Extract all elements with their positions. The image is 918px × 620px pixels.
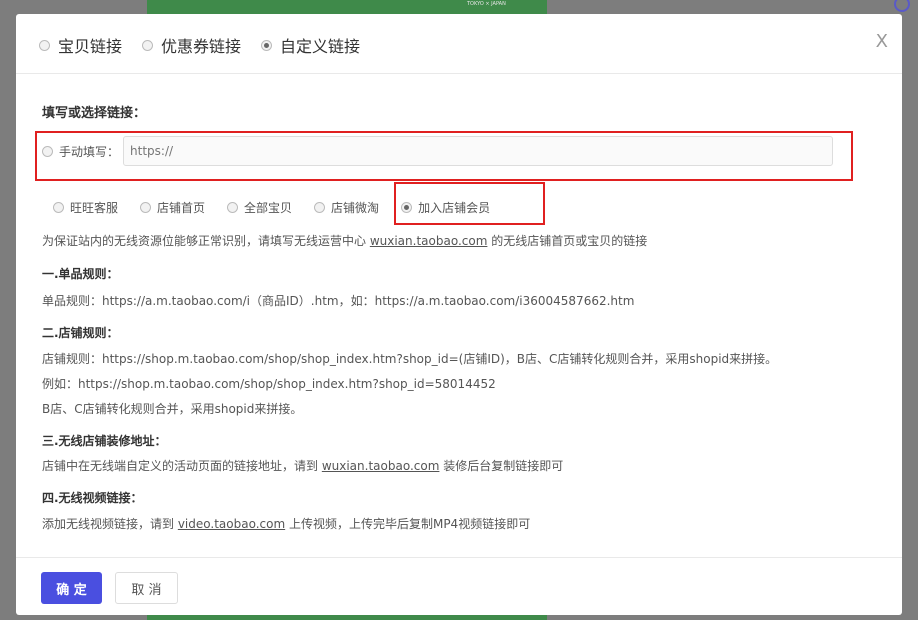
background-corner-icon xyxy=(894,0,910,12)
highlight-box-manual xyxy=(35,131,853,181)
intro-pre: 为保证站内的无线资源位能够正常识别，请填写无线运营中心 xyxy=(42,234,370,248)
wuxian-link[interactable]: wuxian.taobao.com xyxy=(370,234,488,248)
rule4-post: 上传视频，上传完毕后复制MP4视频链接即可 xyxy=(285,517,531,531)
option-wangwang[interactable]: 旺旺客服 xyxy=(53,199,118,216)
rule3-title: 三.无线店铺装修地址： xyxy=(42,434,167,448)
dialog-footer: 确 定 取 消 xyxy=(16,557,902,615)
radio-icon xyxy=(227,202,239,213)
video-link[interactable]: video.taobao.com xyxy=(178,517,285,531)
wuxian-decor-link[interactable]: wuxian.taobao.com xyxy=(322,459,440,473)
tab-label: 优惠券链接 xyxy=(161,37,242,56)
rule3-pre: 店铺中在无线端自定义的活动页面的链接地址，请到 xyxy=(42,459,322,473)
tab-custom-link[interactable]: 自定义链接 xyxy=(261,33,360,57)
option-weitao[interactable]: 店铺微淘 xyxy=(314,199,379,216)
rule4-text: 添加无线视频链接，请到 video.taobao.com 上传视频，上传完毕后复… xyxy=(42,515,530,532)
radio-icon xyxy=(53,202,64,213)
confirm-button[interactable]: 确 定 xyxy=(41,572,102,604)
option-label: 店铺首页 xyxy=(157,201,206,215)
dialog-header: 宝贝链接 优惠券链接 自定义链接 X xyxy=(16,14,902,74)
background-banner-text: TOKYO × JAPAN xyxy=(467,1,506,7)
rule1-text: 单品规则：https://a.m.taobao.com/i（商品ID）.htm，… xyxy=(42,294,635,308)
option-label: 全部宝贝 xyxy=(244,201,293,215)
cancel-button[interactable]: 取 消 xyxy=(115,572,178,604)
tab-label: 自定义链接 xyxy=(280,37,361,56)
option-all-items[interactable]: 全部宝贝 xyxy=(227,199,292,216)
link-type-tabs: 宝贝链接 优惠券链接 自定义链接 xyxy=(39,33,380,57)
radio-icon xyxy=(142,39,154,51)
radio-icon xyxy=(140,202,152,213)
background-banner: TOKYO × JAPAN xyxy=(147,0,547,14)
rule4-pre: 添加无线视频链接，请到 xyxy=(42,517,178,531)
radio-checked-icon xyxy=(261,39,273,51)
tab-item-link[interactable]: 宝贝链接 xyxy=(39,33,122,57)
rule3-text: 店铺中在无线端自定义的活动页面的链接地址，请到 wuxian.taobao.co… xyxy=(42,457,563,474)
intro-text: 为保证站内的无线资源位能够正常识别，请填写无线运营中心 wuxian.taoba… xyxy=(42,232,647,249)
tab-coupon-link[interactable]: 优惠券链接 xyxy=(142,33,241,57)
rule2-example: 例如：https://shop.m.taobao.com/shop/shop_i… xyxy=(42,377,496,391)
intro-post: 的无线店铺首页或宝贝的链接 xyxy=(487,234,648,248)
link-dialog: 宝贝链接 优惠券链接 自定义链接 X 填写或选择链接： 手动填写： 旺旺客服 店… xyxy=(16,14,902,615)
highlight-box-member xyxy=(394,182,545,225)
radio-icon xyxy=(314,202,326,213)
option-label: 旺旺客服 xyxy=(70,201,119,215)
rule1-title: 一.单品规则： xyxy=(42,267,119,281)
rule3-post: 装修后台复制链接即可 xyxy=(439,459,564,473)
rule2-note: B店、C店铺转化规则合并，采用shopid来拼接。 xyxy=(42,402,303,416)
option-label: 店铺微淘 xyxy=(331,201,380,215)
close-icon[interactable]: X xyxy=(876,32,888,52)
rule2-text: 店铺规则：https://shop.m.taobao.com/shop/shop… xyxy=(42,352,778,366)
rule4-title: 四.无线视频链接： xyxy=(42,491,143,505)
tab-label: 宝贝链接 xyxy=(58,37,123,56)
section-title: 填写或选择链接： xyxy=(42,106,147,121)
option-shop-home[interactable]: 店铺首页 xyxy=(140,199,205,216)
radio-icon xyxy=(39,39,50,51)
rule2-title: 二.店铺规则： xyxy=(42,326,119,340)
